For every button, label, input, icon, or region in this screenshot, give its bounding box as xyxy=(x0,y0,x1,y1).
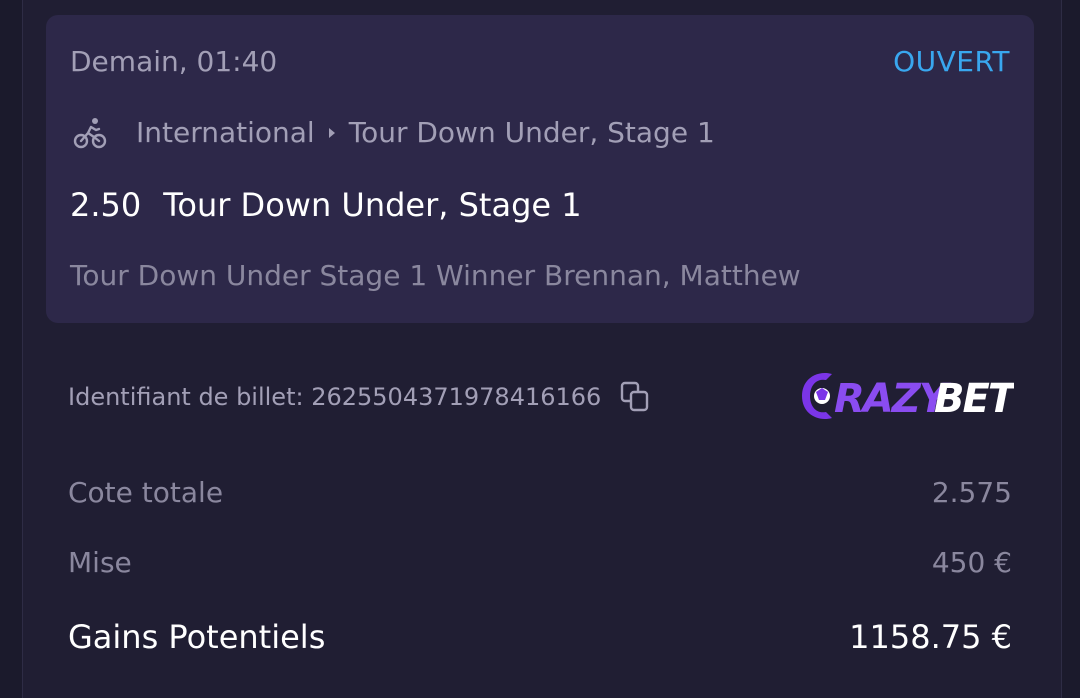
stake-label: Mise xyxy=(68,545,132,579)
total-odds-label: Cote totale xyxy=(68,475,224,509)
svg-text:BET: BET xyxy=(934,376,1014,422)
stage-name: Tour Down Under, Stage 1 xyxy=(348,116,715,149)
bet-card[interactable]: Demain, 01:40 OUVERT International Tour … xyxy=(46,15,1034,323)
event-breadcrumb: International Tour Down Under, Stage 1 xyxy=(72,115,715,151)
caret-right-icon xyxy=(328,128,335,138)
stake-row: Mise 450 € xyxy=(68,544,1012,580)
event-date: Demain, 01:40 xyxy=(70,45,278,78)
copy-icon[interactable] xyxy=(619,380,651,414)
crazybet-logo: RAZY BET xyxy=(802,372,1014,422)
event-title: Tour Down Under, Stage 1 xyxy=(163,186,582,224)
stake-value: 450 € xyxy=(931,545,1012,579)
potential-winnings-value: 1158.75 € xyxy=(849,618,1012,656)
potential-winnings-row: Gains Potentiels 1158.75 € xyxy=(68,616,1012,658)
ticket-id: Identifiant de billet: 26255043719784161… xyxy=(68,383,602,411)
status-badge: OUVERT xyxy=(893,45,1010,78)
bicycle-icon xyxy=(73,118,107,149)
selection-odds: 2.50 xyxy=(70,186,142,224)
selection-description: Tour Down Under Stage 1 Winner Brennan, … xyxy=(70,259,801,292)
total-odds-value: 2.575 xyxy=(931,475,1012,509)
total-odds-row: Cote totale 2.575 xyxy=(68,474,1012,510)
potential-winnings-label: Gains Potentiels xyxy=(68,618,326,656)
ticket-id-row: Identifiant de billet: 26255043719784161… xyxy=(68,380,651,414)
league-name: International xyxy=(136,116,315,149)
selection-header: 2.50 Tour Down Under, Stage 1 xyxy=(70,185,582,225)
